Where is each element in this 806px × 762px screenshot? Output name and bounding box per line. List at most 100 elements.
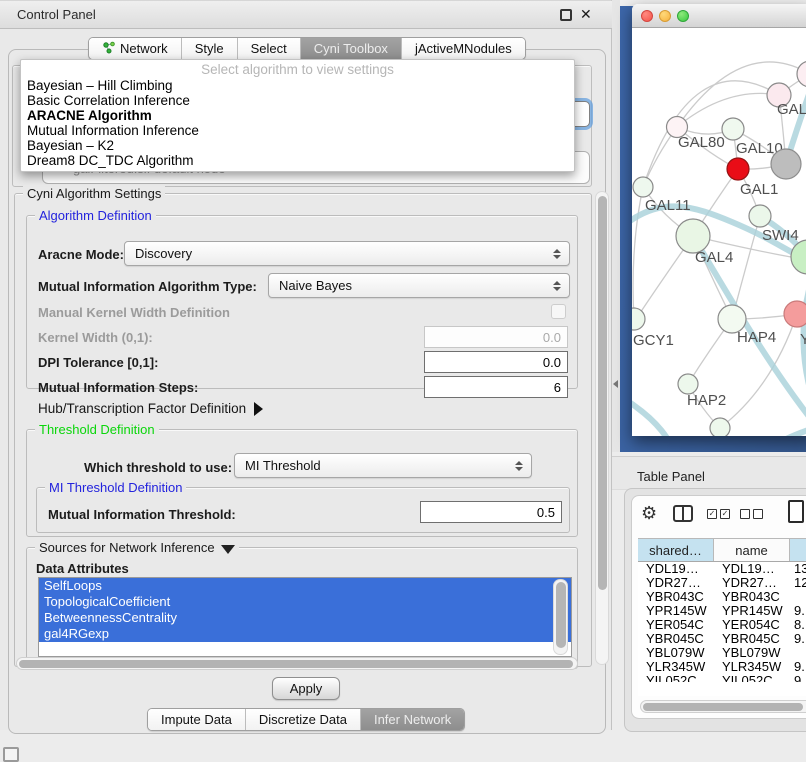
table-row[interactable]: YBL079WYBL079W bbox=[638, 646, 806, 660]
list-scrollbar-track[interactable] bbox=[553, 579, 568, 655]
network-canvas[interactable]: GALGAL80GAL10GAL1GAL11SWI4GAL4GCY1HAP4YH… bbox=[632, 28, 806, 436]
dropdown-item-mutual-information-inference[interactable]: Mutual Information Inference bbox=[21, 123, 574, 138]
network-node-gal4[interactable] bbox=[676, 219, 710, 253]
document-icon[interactable] bbox=[788, 500, 804, 523]
tab-network[interactable]: Network bbox=[89, 38, 181, 59]
table-cell: YER054C bbox=[714, 618, 790, 632]
algorithm-dropdown-popup: Select algorithm to view settings Bayesi… bbox=[20, 59, 575, 172]
network-node[interactable] bbox=[771, 149, 801, 179]
table-panel-container: ⚙ ✓✓ shared…nameA YDL19…YDL19…13YDR27…YD… bbox=[624, 488, 806, 732]
gear-icon[interactable]: ⚙ bbox=[641, 503, 657, 524]
network-edge-highlighted bbox=[632, 400, 678, 436]
table-row[interactable]: YDR27…YDR27…12 bbox=[638, 576, 806, 590]
network-node-gcy1[interactable] bbox=[632, 308, 645, 330]
mi-type-combo[interactable]: Naive Bayes bbox=[268, 273, 570, 298]
tab-infer-network[interactable]: Infer Network bbox=[360, 709, 464, 730]
table-hscrollbar-track[interactable] bbox=[640, 700, 806, 713]
network-node-hap2[interactable] bbox=[678, 374, 698, 394]
deselect-all-icon[interactable] bbox=[740, 509, 763, 519]
settings-hscrollbar-thumb[interactable] bbox=[19, 660, 573, 668]
table-row[interactable]: YIL052CYIL052C9. bbox=[638, 674, 806, 682]
dropdown-item-aracne-algorithm[interactable]: ARACNE Algorithm bbox=[21, 108, 574, 123]
tab-impute-data[interactable]: Impute Data bbox=[148, 709, 245, 730]
node-label-gal11: GAL11 bbox=[645, 197, 691, 214]
split-view-icon[interactable] bbox=[673, 505, 693, 522]
attribute-item-topologicalcoefficient[interactable]: TopologicalCoefficient bbox=[39, 594, 571, 610]
kernel-width-field[interactable]: 0.0 bbox=[424, 326, 568, 348]
table-header-row: shared…nameA bbox=[638, 538, 806, 562]
node-label-swi4: SWI4 bbox=[762, 227, 799, 244]
data-attributes-label: Data Attributes bbox=[36, 561, 129, 576]
tab-select[interactable]: Select bbox=[237, 38, 300, 59]
network-node[interactable] bbox=[797, 61, 806, 87]
settings-vscrollbar-track[interactable] bbox=[595, 191, 609, 665]
table-cell: YPR145W bbox=[714, 604, 790, 618]
hub-definition-toggle[interactable]: Hub/Transcription Factor Definition bbox=[38, 401, 263, 416]
window-zoom-icon[interactable] bbox=[677, 10, 689, 22]
dpi-tolerance-field[interactable]: 0.0 bbox=[424, 351, 568, 373]
table-cell: YDL19… bbox=[714, 562, 790, 576]
dropdown-item-bayesian-k2[interactable]: Bayesian – K2 bbox=[21, 138, 574, 153]
which-threshold-combo[interactable]: MI Threshold bbox=[234, 453, 532, 478]
application-window: Control Panel ✕ galFiltered.sif default … bbox=[0, 0, 806, 762]
table-row[interactable]: YER054CYER054C8. bbox=[638, 618, 806, 632]
dropdown-item-basic-correlation-inference[interactable]: Basic Correlation Inference bbox=[21, 93, 574, 108]
splitter-collapse-icon[interactable] bbox=[613, 380, 618, 388]
tab-label: Cyni Toolbox bbox=[314, 41, 388, 56]
table-row[interactable]: YBR043CYBR043C bbox=[638, 590, 806, 604]
window-minimize-icon[interactable] bbox=[659, 10, 671, 22]
control-panel-tabs: NetworkStyleSelect Cyni Toolbox jActiveMNo… bbox=[88, 37, 526, 60]
table-cell: YBR043C bbox=[638, 590, 714, 604]
table-cell: YLR345W bbox=[714, 660, 790, 674]
table-cell: YIL052C bbox=[714, 674, 790, 682]
list-scrollbar-thumb[interactable] bbox=[556, 582, 566, 648]
attribute-item-selfloops[interactable]: SelfLoops bbox=[39, 578, 571, 594]
table-cell: YER054C bbox=[638, 618, 714, 632]
table-panel-titlebar: Table Panel bbox=[612, 456, 806, 490]
network-node-gal10[interactable] bbox=[722, 118, 744, 140]
mi-steps-field[interactable]: 6 bbox=[424, 376, 568, 398]
network-node-swi4[interactable] bbox=[749, 205, 771, 227]
manual-kernel-checkbox[interactable] bbox=[551, 304, 566, 319]
close-panel-icon[interactable]: ✕ bbox=[580, 6, 592, 23]
network-node-gal11[interactable] bbox=[633, 177, 653, 197]
table-row[interactable]: YLR345WYLR345W9. bbox=[638, 660, 806, 674]
tab-cyni-toolbox[interactable]: Cyni Toolbox bbox=[300, 38, 401, 59]
table-row[interactable]: YPR145WYPR145W9. bbox=[638, 604, 806, 618]
table-row[interactable]: YDL19…YDL19…13 bbox=[638, 562, 806, 576]
float-panel-icon[interactable] bbox=[560, 9, 572, 21]
network-node-y[interactable] bbox=[784, 301, 806, 327]
tab-discretize-data[interactable]: Discretize Data bbox=[245, 709, 360, 730]
mi-threshold-field[interactable]: 0.5 bbox=[420, 501, 562, 523]
network-node-gal1[interactable] bbox=[727, 158, 749, 180]
network-view-region: GALGAL80GAL10GAL1GAL11SWI4GAL4GCY1HAP4YH… bbox=[620, 0, 806, 452]
settings-hscrollbar-track[interactable] bbox=[16, 657, 578, 670]
node-label-y: Y bbox=[800, 331, 806, 348]
tab-jactivemnodules[interactable]: jActiveMNodules bbox=[401, 38, 525, 59]
attribute-item-betweennesscentrality[interactable]: BetweennessCentrality bbox=[39, 610, 571, 626]
column-header-shared[interactable]: shared… bbox=[638, 539, 714, 561]
column-header-a[interactable]: A bbox=[790, 539, 806, 561]
table-cell: 9. bbox=[790, 660, 806, 674]
mi-type-label: Mutual Information Algorithm Type: bbox=[38, 279, 257, 294]
dropdown-items: Bayesian – Hill ClimbingBasic Correlatio… bbox=[21, 78, 574, 168]
apply-button[interactable]: Apply bbox=[272, 677, 340, 700]
dropdown-item-bayesian-hill-climbing[interactable]: Bayesian – Hill Climbing bbox=[21, 78, 574, 93]
tab-style[interactable]: Style bbox=[181, 38, 237, 59]
column-header-name[interactable]: name bbox=[714, 539, 790, 561]
tab-label: Infer Network bbox=[374, 712, 451, 727]
which-threshold-label: Which threshold to use: bbox=[84, 460, 232, 475]
collapse-arrow-icon bbox=[221, 545, 235, 554]
collapsed-panel-icon[interactable] bbox=[3, 747, 19, 762]
settings-vscrollbar-thumb[interactable] bbox=[598, 196, 607, 590]
table-hscrollbar-thumb[interactable] bbox=[643, 703, 803, 711]
aracne-mode-combo[interactable]: Discovery bbox=[124, 241, 570, 266]
window-close-icon[interactable] bbox=[641, 10, 653, 22]
table-row[interactable]: YBR045CYBR045C9. bbox=[638, 632, 806, 646]
network-window-titlebar[interactable] bbox=[632, 4, 806, 28]
select-all-icon[interactable]: ✓✓ bbox=[707, 509, 730, 519]
attribute-item-gal4rgexp[interactable]: gal4RGexp bbox=[39, 626, 571, 642]
hub-definition-label: Hub/Transcription Factor Definition bbox=[38, 401, 246, 416]
network-node[interactable] bbox=[710, 418, 730, 436]
dropdown-item-dream8-dc-tdc-algorithm[interactable]: Dream8 DC_TDC Algorithm bbox=[21, 153, 574, 168]
